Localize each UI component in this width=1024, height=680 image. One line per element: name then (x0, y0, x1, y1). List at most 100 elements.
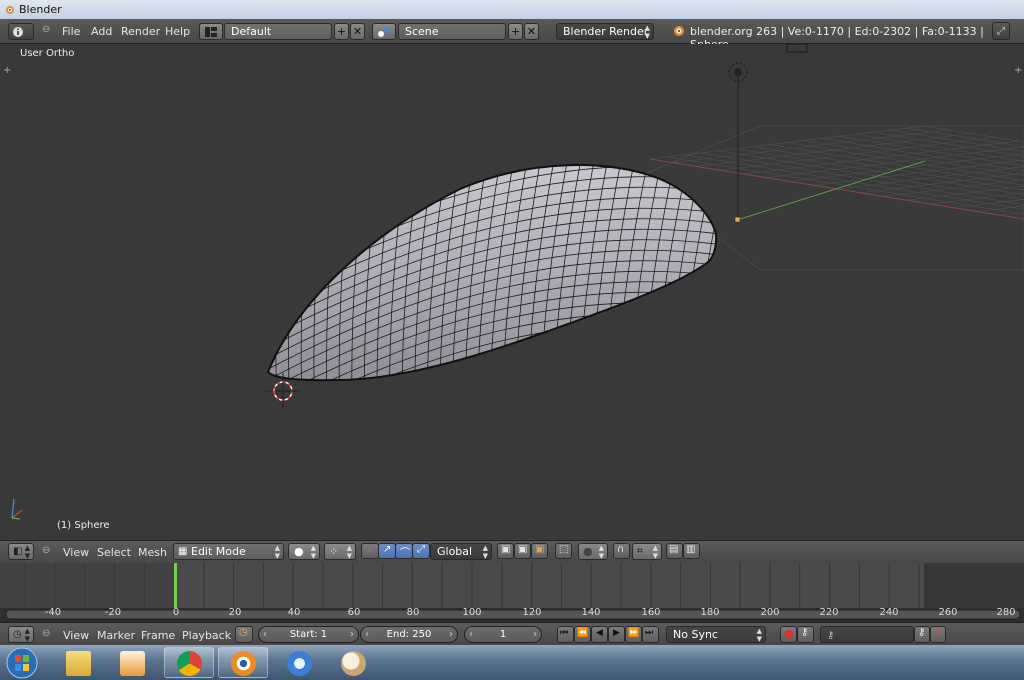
jump-to-end-button[interactable]: ⏭ (642, 626, 659, 643)
mesh-edge (268, 365, 717, 381)
keyframe-icon: ⚷ (801, 627, 809, 638)
preview-range-toggle[interactable]: ◷ (235, 626, 253, 643)
snap-element-dropdown[interactable]: ⌗ ▲ ▼ (632, 543, 662, 560)
menu-help[interactable]: Help (165, 25, 190, 38)
menu-select[interactable]: Select (97, 546, 131, 559)
maximize-area-button[interactable]: ⤢ (992, 22, 1010, 40)
manipulator-toggle[interactable]: ⊥ (361, 543, 379, 559)
taskbar-file-explorer[interactable] (53, 647, 103, 678)
collapse-menu-icon[interactable]: ⊖ (42, 628, 50, 639)
increment-arrow-icon[interactable]: › (449, 627, 453, 642)
delete-keyframe-button[interactable]: ✕ (930, 626, 946, 643)
remove-scene-button[interactable]: ✕ (524, 23, 539, 40)
screen-layout-field[interactable]: Default (224, 23, 332, 40)
proportional-editing-dropdown[interactable]: ● ▲ ▼ (578, 543, 608, 560)
vertex-select-icon: ▣ (501, 544, 511, 555)
editor-type-button[interactable]: ◧ ▲ ▼ (8, 543, 34, 560)
editor-type-button[interactable] (8, 23, 34, 40)
taskbar-paint[interactable] (328, 647, 378, 678)
info-header: ⊖ File Add Render Help Default + ✕ Scene… (0, 19, 1024, 51)
transform-orientation-dropdown[interactable]: Global ▲ ▼ (430, 543, 492, 560)
scale-manipulator-button[interactable]: ⤢ (412, 543, 430, 559)
add-scene-button[interactable]: + (508, 23, 523, 40)
menu-frame[interactable]: Frame (141, 629, 175, 642)
translate-manipulator-button[interactable]: ↗ (378, 543, 396, 559)
itunes-icon (287, 651, 312, 676)
play-reverse-button[interactable]: ◀ (591, 626, 608, 643)
current-frame-label: 1 (499, 629, 507, 640)
jump-to-keyframe-forward-button[interactable]: ⏩ (625, 626, 642, 643)
start-orb-icon[interactable] (5, 646, 39, 680)
decrement-arrow-icon[interactable]: ‹ (469, 627, 473, 642)
limit-selection-visible-button[interactable]: ⬚ (555, 543, 572, 559)
taskbar-blender[interactable] (218, 647, 268, 678)
increment-arrow-icon[interactable]: › (533, 627, 537, 642)
viewport-shading-dropdown[interactable]: ● ▲ ▼ (288, 543, 320, 560)
menu-marker[interactable]: Marker (97, 629, 135, 642)
menu-render[interactable]: Render (121, 25, 160, 38)
screen-layout-button[interactable] (199, 23, 223, 40)
jump-to-keyframe-back-button[interactable]: ⏪ (574, 626, 591, 643)
vertex-select-button[interactable]: ▣ (497, 543, 514, 559)
pivot-point-dropdown[interactable]: ⁘ ▲ ▼ (324, 543, 356, 560)
viewport-canvas[interactable]: + + (0, 44, 1024, 540)
keying-set-button[interactable]: ⚷ (797, 626, 814, 643)
render-animation-button[interactable]: ▥ (683, 543, 700, 559)
menu-playback[interactable]: Playback (182, 629, 231, 642)
mode-label: Edit Mode (191, 545, 246, 558)
fast-forward-icon: ⏩ (628, 628, 640, 638)
dropdown-arrows-icon: ▲ ▼ (274, 544, 280, 560)
remove-layout-button[interactable]: ✕ (350, 23, 365, 40)
increment-arrow-icon[interactable]: › (350, 627, 354, 642)
jump-to-start-button[interactable]: ⏮ (557, 626, 574, 643)
active-keying-set-field[interactable]: ⚷ (820, 626, 914, 643)
snap-toggle[interactable]: ∩ (613, 543, 630, 559)
render-opengl-button[interactable]: ▤ (666, 543, 683, 559)
ruler-label: 220 (819, 607, 839, 618)
ruler-label: 20 (228, 607, 242, 618)
scene-field[interactable]: Scene (398, 23, 506, 40)
start-frame-field[interactable]: ‹ Start: 1 › (258, 626, 359, 643)
orientation-label: Global (437, 545, 473, 558)
taskbar-media-player[interactable] (107, 647, 157, 678)
blender-icon (231, 651, 256, 676)
add-layout-button[interactable]: + (334, 23, 349, 40)
play-button[interactable]: ▶ (608, 626, 625, 643)
render-engine-label: Blender Render (563, 25, 649, 38)
edge-select-button[interactable]: ▣ (514, 543, 531, 559)
end-frame-field[interactable]: ‹ End: 250 › (360, 626, 458, 643)
decrement-arrow-icon[interactable]: ‹ (263, 627, 267, 642)
timeline-area[interactable]: -40 -20 0 20 40 60 80 100 120 140 160 18… (0, 563, 1024, 621)
film-strip-icon: ▥ (686, 544, 696, 555)
mesh-object (266, 164, 718, 382)
dropdown-arrows-icon: ▲ ▼ (24, 627, 30, 643)
face-select-button[interactable]: ▣ (531, 543, 548, 559)
edge-select-icon: ▣ (518, 544, 528, 555)
mode-dropdown[interactable]: ▦ Edit Mode ▲ ▼ (173, 543, 284, 560)
current-frame-field[interactable]: ‹ 1 › (464, 626, 542, 643)
3d-viewport[interactable]: + + User Ortho (1) Sphere (0, 44, 1024, 540)
menu-view[interactable]: View (63, 629, 89, 642)
sync-mode-dropdown[interactable]: No Sync ▲ ▼ (666, 626, 766, 643)
clock-icon: ◷ (13, 629, 22, 640)
properties-toggle-icon: + (1014, 65, 1022, 76)
scene-icon (378, 27, 390, 37)
layout-grid-icon (205, 27, 217, 37)
render-engine-dropdown[interactable]: Blender Render ▲ ▼ (556, 23, 654, 40)
auto-keyframe-toggle[interactable]: ● (780, 626, 797, 643)
collapse-menu-icon[interactable]: ⊖ (42, 545, 50, 556)
scene-button[interactable] (372, 23, 396, 40)
insert-keyframe-button[interactable]: ⚷ (914, 626, 930, 643)
magnet-icon: ∩ (617, 544, 625, 555)
menu-add[interactable]: Add (91, 25, 112, 38)
rotate-manipulator-button[interactable]: ⌒ (395, 543, 413, 559)
decrement-arrow-icon[interactable]: ‹ (365, 627, 369, 642)
timeline-canvas[interactable] (0, 563, 1024, 621)
collapse-menu-icon[interactable]: ⊖ (42, 24, 50, 35)
taskbar-chrome[interactable] (164, 647, 214, 678)
menu-mesh[interactable]: Mesh (138, 546, 167, 559)
editor-type-button[interactable]: ◷ ▲ ▼ (8, 626, 34, 643)
taskbar-itunes[interactable] (274, 647, 324, 678)
menu-file[interactable]: File (62, 25, 80, 38)
menu-view[interactable]: View (63, 546, 89, 559)
